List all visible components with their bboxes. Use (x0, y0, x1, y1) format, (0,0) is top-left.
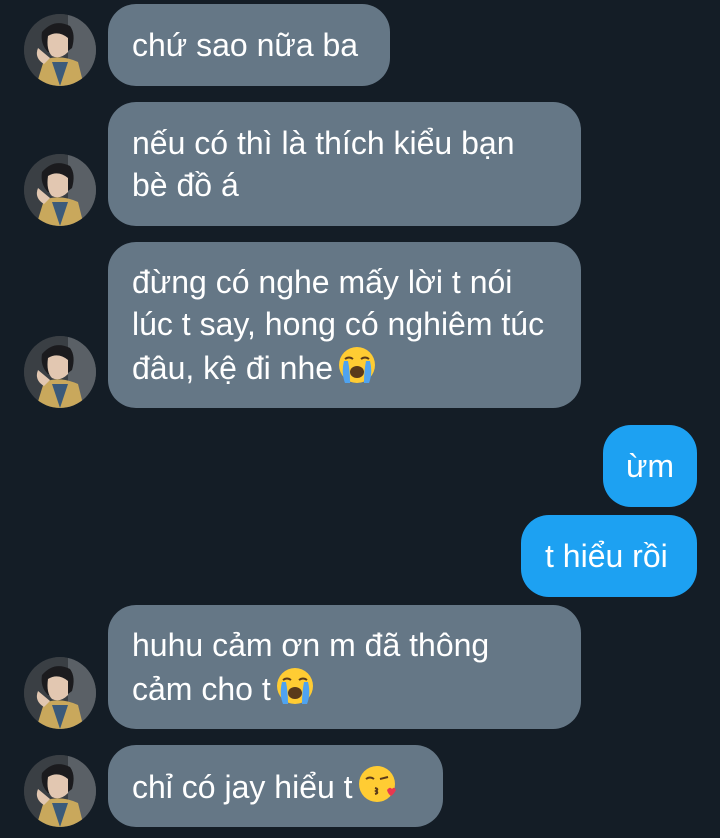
avatar[interactable] (24, 336, 96, 408)
message-bubble-outgoing[interactable]: ừm (603, 425, 697, 507)
message-text: ừm (625, 448, 675, 484)
avatar[interactable] (24, 657, 96, 729)
face-blowing-a-kiss-icon (357, 764, 397, 804)
message-text: chỉ có jay hiểu t (132, 769, 353, 805)
loudly-crying-face-icon (275, 666, 315, 706)
message-text-wrap: chỉ có jay hiểu t (132, 764, 397, 808)
message-bubble-incoming[interactable]: nếu có thì là thích kiểu bạn bè đồ á (108, 102, 581, 226)
message-bubble-incoming[interactable]: chứ sao nữa ba (108, 4, 390, 86)
avatar[interactable] (24, 14, 96, 86)
message-text: t hiểu rồi (545, 538, 668, 574)
message-text: nếu có thì là thích kiểu bạn bè đồ á (132, 125, 515, 203)
message-text-wrap: huhu cảm ơn m đã thông cảm cho t (132, 624, 557, 710)
chat-thread: chứ sao nữa ba nếu có thì là thích kiểu … (0, 0, 720, 838)
message-bubble-outgoing[interactable]: t hiểu rồi (521, 515, 697, 597)
message-bubble-incoming[interactable]: đừng có nghe mấy lời t nói lúc t say, ho… (108, 242, 581, 408)
avatar[interactable] (24, 154, 96, 226)
message-bubble-incoming[interactable]: huhu cảm ơn m đã thông cảm cho t (108, 605, 581, 729)
loudly-crying-face-icon (337, 345, 377, 385)
message-text-wrap: đừng có nghe mấy lời t nói lúc t say, ho… (132, 261, 557, 389)
message-text: chứ sao nữa ba (132, 27, 359, 63)
avatar[interactable] (24, 755, 96, 827)
message-bubble-incoming[interactable]: chỉ có jay hiểu t (108, 745, 443, 827)
